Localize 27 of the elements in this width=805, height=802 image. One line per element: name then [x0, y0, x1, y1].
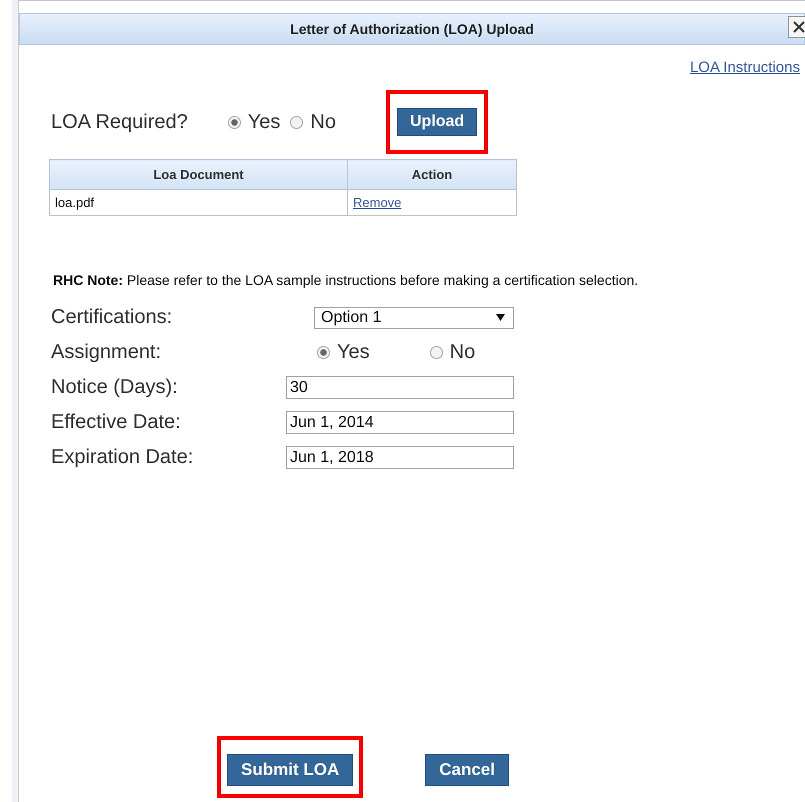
dialog-title: Letter of Authorization (LOA) Upload: [290, 21, 534, 37]
field-label: Notice (Days):: [51, 376, 179, 399]
column-header: Loa Document: [50, 160, 348, 190]
radio-option[interactable]: Yes: [228, 110, 280, 134]
certification-dropdown[interactable]: Option 1: [314, 306, 514, 328]
close-button[interactable]: [788, 16, 805, 38]
dropdown-caret-icon: [496, 314, 505, 321]
close-icon: [792, 20, 805, 34]
field-label: Certifications:: [51, 306, 174, 329]
input-field[interactable]: 30: [286, 376, 514, 399]
radio-option[interactable]: Yes: [317, 341, 370, 364]
table-cell: loa.pdf: [50, 190, 348, 216]
field-label: Effective Date:: [51, 411, 182, 434]
field-label: Assignment:: [51, 341, 162, 364]
note-text: RHC Note: Please refer to the LOA sample instructions before making a certification selection.: [53, 272, 640, 288]
radio-option[interactable]: No: [430, 341, 476, 364]
upload-button[interactable]: Upload: [396, 108, 478, 136]
field-label: LOA Required?: [51, 110, 188, 134]
input-field[interactable]: Jun 1, 2018: [286, 446, 514, 469]
field-label: Expiration Date:: [51, 446, 194, 469]
input-field[interactable]: Jun 1, 2014: [286, 411, 514, 434]
cancel-button[interactable]: Cancel: [425, 754, 509, 786]
column-header: Action: [348, 160, 516, 190]
remove-link[interactable]: Remove: [353, 195, 402, 210]
instructions-link[interactable]: LOA Instructions: [690, 59, 800, 76]
submit-button[interactable]: Submit LOA: [227, 754, 354, 786]
radio-option[interactable]: No: [290, 110, 336, 134]
